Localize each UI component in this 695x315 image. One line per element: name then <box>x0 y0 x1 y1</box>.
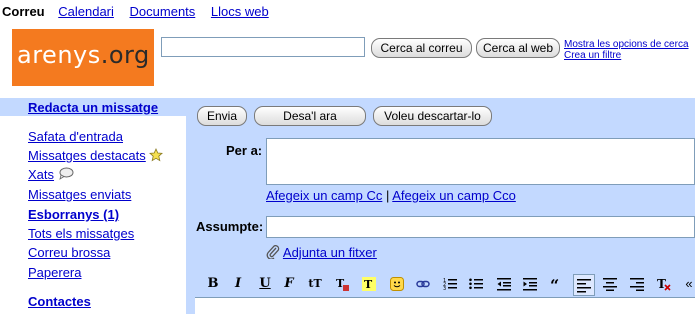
top-navigation: Correu Calendari Documents Llocs web <box>2 4 281 20</box>
attach-row: Adjunta un fitxer <box>266 245 377 260</box>
underline-button[interactable]: U <box>258 277 272 291</box>
attach-file-link[interactable]: Adjunta un fitxer <box>283 245 377 260</box>
subject-field[interactable] <box>266 216 695 238</box>
search-web-button[interactable]: Cerca al web <box>476 38 560 58</box>
bold-button[interactable]: B <box>206 277 220 291</box>
logo-text: arenys.org <box>17 41 150 69</box>
svg-text:3: 3 <box>443 286 446 291</box>
add-bcc-link[interactable]: Afegeix un camp Cco <box>392 188 516 203</box>
sidebar-item-starred-label[interactable]: Missatges destacats <box>28 148 146 163</box>
send-button[interactable]: Envia <box>197 106 247 126</box>
nav-calendar-link[interactable]: Calendari <box>58 4 114 19</box>
nav-sites-link[interactable]: Llocs web <box>211 4 269 19</box>
sidebar-contacts-link[interactable]: Contactes <box>28 294 91 309</box>
align-center-icon[interactable] <box>603 277 617 291</box>
highlight-color-icon[interactable]: T <box>362 277 376 291</box>
sidebar-item-chats: Xats <box>28 167 74 182</box>
align-left-icon[interactable] <box>573 274 595 296</box>
search-options-link[interactable]: Mostra les opcions de cerca <box>564 39 689 50</box>
text-color-icon[interactable]: T <box>335 277 349 291</box>
sidebar-item-starred: Missatges destacats <box>28 148 164 163</box>
quote-icon[interactable]: “ <box>550 277 564 291</box>
add-cc-link[interactable]: Afegeix un camp Cc <box>266 188 382 203</box>
message-body-editor[interactable] <box>195 297 695 315</box>
paperclip-icon <box>266 245 280 260</box>
logo[interactable]: arenys.org <box>12 29 154 86</box>
sidebar-item-chats-label[interactable]: Xats <box>28 167 54 182</box>
create-filter-link[interactable]: Crea un filtre <box>564 50 689 61</box>
subject-label: Assumpte: <box>196 219 264 234</box>
sidebar-item-sent[interactable]: Missatges enviats <box>28 187 131 202</box>
to-field[interactable] <box>266 138 695 185</box>
formatting-toolbar: B I U F tT T T 1 2 3 “ T « <box>195 271 695 297</box>
search-mail-button[interactable]: Cerca al correu <box>371 38 472 58</box>
cc-bcc-links: Afegeix un camp Cc | Afegeix un camp Cco <box>266 188 516 203</box>
nav-documents-link[interactable]: Documents <box>130 4 196 19</box>
cc-bcc-separator: | <box>385 188 390 203</box>
sidebar-item-all-mail[interactable]: Tots els missatges <box>28 226 134 241</box>
nav-mail-current: Correu <box>2 4 45 19</box>
save-now-button[interactable]: Desa'l ara <box>254 106 366 126</box>
outdent-icon[interactable] <box>497 277 511 291</box>
more-formatting-link[interactable]: « <box>682 277 695 291</box>
align-right-icon[interactable] <box>630 277 644 291</box>
svg-text:T: T <box>657 277 666 291</box>
sidebar-item-trash[interactable]: Paperera <box>28 265 81 280</box>
compose-message-link[interactable]: Redacta un missatge <box>28 100 158 115</box>
indent-icon[interactable] <box>523 277 537 291</box>
sidebar-item-drafts[interactable]: Esborranys (1) <box>28 207 119 222</box>
numbered-list-icon[interactable]: 1 2 3 <box>443 277 457 291</box>
to-label: Per a: <box>226 143 263 158</box>
sidebar-item-spam[interactable]: Correu brossa <box>28 245 110 260</box>
chat-bubble-icon <box>59 167 74 180</box>
sidebar-item-inbox[interactable]: Safata d'entrada <box>28 129 123 144</box>
discard-button[interactable]: Voleu descartar-lo <box>373 106 492 126</box>
remove-formatting-icon[interactable]: T <box>657 277 671 291</box>
font-size-button[interactable]: tT <box>306 277 324 291</box>
star-icon <box>149 148 164 162</box>
italic-button[interactable]: I <box>231 277 245 291</box>
link-icon[interactable] <box>416 277 430 291</box>
bulleted-list-icon[interactable] <box>469 277 483 291</box>
svg-text:T: T <box>364 278 373 291</box>
search-input[interactable] <box>161 37 365 57</box>
search-links: Mostra les opcions de cerca Crea un filt… <box>564 39 689 61</box>
font-button[interactable]: F <box>282 277 296 291</box>
smiley-icon[interactable] <box>390 277 404 291</box>
svg-text:“: “ <box>550 277 559 291</box>
